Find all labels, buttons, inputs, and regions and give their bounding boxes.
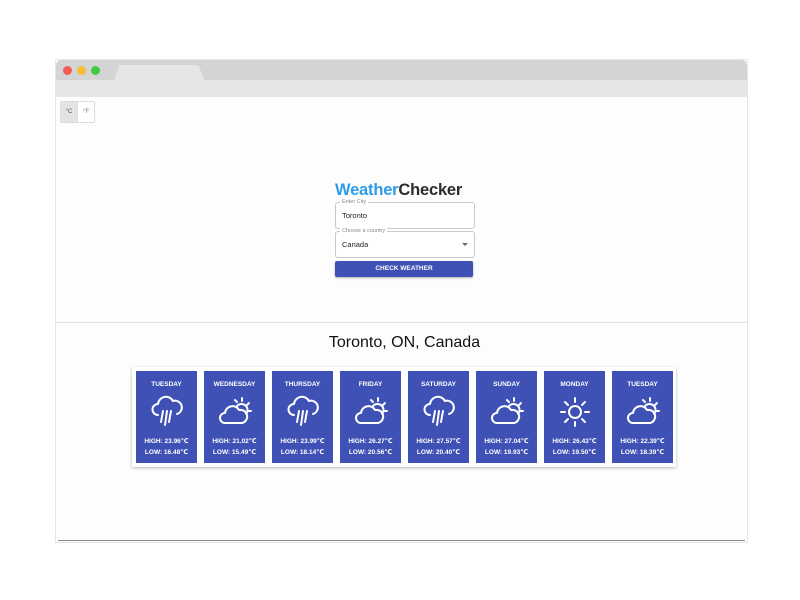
country-select-label: Choose a country <box>340 227 388 235</box>
maximize-window-icon[interactable] <box>91 66 100 75</box>
browser-tab[interactable] <box>114 65 204 80</box>
browser-titlebar <box>56 60 747 80</box>
partly-cloudy-icon <box>353 395 389 429</box>
forecast-low: LOW: 16.48℃ <box>144 449 189 456</box>
forecast-low: LOW: 18.14℃ <box>280 449 325 456</box>
forecast-card: WEDNESDAY HIGH: 21.02℃ LOW: 15.49℃ <box>204 371 265 463</box>
forecast-card: THURSDAY HIGH: 23.99℃ LOW: 18.14℃ <box>272 371 333 463</box>
forecast-card: SATURDAY HIGH: 27.57℃ LOW: 20.40℃ <box>408 371 469 463</box>
dropdown-arrow-icon[interactable] <box>462 243 468 246</box>
logo-weather-text: Weather <box>335 181 399 199</box>
browser-toolbar <box>56 80 747 97</box>
forecast-high: HIGH: 21.02℃ <box>212 438 257 445</box>
bottom-divider <box>58 540 745 541</box>
close-window-icon[interactable] <box>63 66 72 75</box>
forecast-high: HIGH: 23.96℃ <box>144 438 189 445</box>
forecast-day: WEDNESDAY <box>213 381 256 388</box>
rain-icon <box>149 395 185 429</box>
forecast-low: LOW: 20.56℃ <box>348 449 393 456</box>
country-select-value[interactable]: Canada <box>342 240 368 249</box>
forecast-panel: TUESDAY HIGH: 23.96℃ LOW: 16.48℃ WEDNESDAY H… <box>132 367 676 467</box>
partly-cloudy-icon <box>489 395 525 429</box>
forecast-high: HIGH: 22.39℃ <box>620 438 665 445</box>
location-heading: Toronto, ON, Canada <box>328 334 481 351</box>
celsius-button[interactable]: °C <box>61 102 77 122</box>
forecast-card: FRIDAY HIGH: 26.27℃ LOW: 20.56℃ <box>340 371 401 463</box>
minimize-window-icon[interactable] <box>77 66 86 75</box>
forecast-card: TUESDAY HIGH: 22.39℃ LOW: 18.39℃ <box>612 371 673 463</box>
forecast-low: LOW: 15.49℃ <box>212 449 257 456</box>
browser-window: °C °F WeatherChecker Enter City Toronto … <box>56 60 747 542</box>
forecast-card: TUESDAY HIGH: 23.96℃ LOW: 16.48℃ <box>136 371 197 463</box>
partly-cloudy-icon <box>625 395 661 429</box>
city-input-value[interactable]: Toronto <box>342 211 367 220</box>
rain-icon <box>285 395 321 429</box>
forecast-day: FRIDAY <box>358 381 383 388</box>
forecast-day: SATURDAY <box>420 381 457 388</box>
city-field[interactable]: Enter City Toronto <box>335 198 475 229</box>
forecast-low: LOW: 19.93℃ <box>484 449 529 456</box>
section-divider <box>56 322 747 323</box>
forecast-high: HIGH: 26.43℃ <box>552 438 597 445</box>
forecast-high: HIGH: 27.57℃ <box>416 438 461 445</box>
forecast-day: SUNDAY <box>493 381 520 388</box>
forecast-low: LOW: 19.50℃ <box>552 449 597 456</box>
forecast-day: THURSDAY <box>284 381 321 388</box>
sun-icon <box>557 395 593 429</box>
forecast-card: MONDAY HIGH: 26.43℃ LOW: 19.50℃ <box>544 371 605 463</box>
forecast-low: LOW: 18.39℃ <box>620 449 665 456</box>
forecast-card: SUNDAY HIGH: 27.04℃ LOW: 19.93℃ <box>476 371 537 463</box>
forecast-day: TUESDAY <box>151 381 182 388</box>
partly-cloudy-icon <box>217 395 253 429</box>
forecast-low: LOW: 20.40℃ <box>416 449 461 456</box>
forecast-day: TUESDAY <box>627 381 658 388</box>
forecast-high: HIGH: 23.99℃ <box>280 438 325 445</box>
rain-icon <box>421 395 457 429</box>
unit-toggle: °C °F <box>60 101 95 123</box>
forecast-high: HIGH: 26.27℃ <box>348 438 393 445</box>
logo-checker-text: Checker <box>398 181 463 199</box>
forecast-day: MONDAY <box>560 381 589 388</box>
country-select[interactable]: Choose a country Canada <box>335 227 475 258</box>
forecast-high: HIGH: 27.04℃ <box>484 438 529 445</box>
fahrenheit-button[interactable]: °F <box>77 102 94 122</box>
city-field-label: Enter City <box>340 198 369 206</box>
check-weather-button[interactable]: CHECK WEATHER <box>335 261 473 277</box>
